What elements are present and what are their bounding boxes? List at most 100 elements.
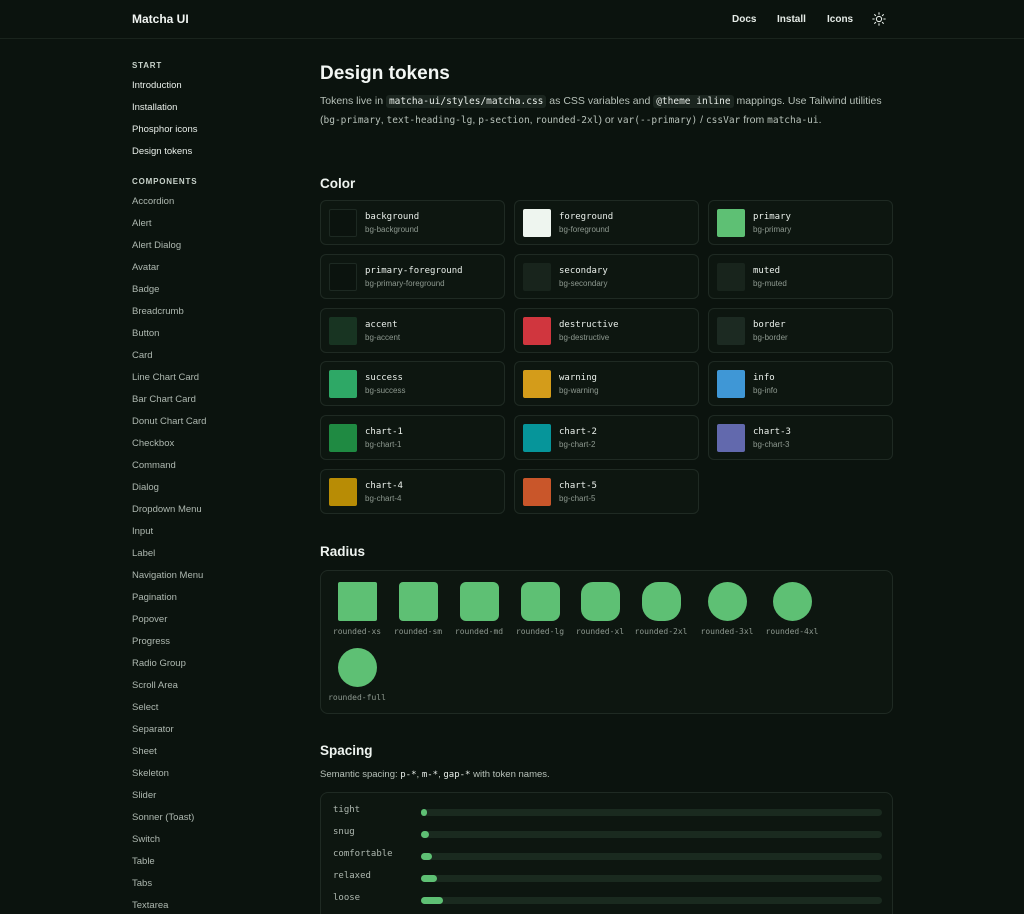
sidebar-item-avatar[interactable]: Avatar [132, 257, 292, 279]
sidebar-item-sheet[interactable]: Sheet [132, 741, 292, 763]
sun-icon[interactable] [872, 12, 886, 26]
sidebar-item-label[interactable]: Label [132, 543, 292, 565]
sidebar-item-progress[interactable]: Progress [132, 631, 292, 653]
sidebar-item-popover[interactable]: Popover [132, 609, 292, 631]
spacing-row-loose: loose [333, 893, 883, 907]
sidebar-item-tabs[interactable]: Tabs [132, 873, 292, 895]
sidebar-item-donut-chart-card[interactable]: Donut Chart Card [132, 411, 292, 433]
color-token-name: destructive [559, 319, 619, 330]
sidebar-item-table[interactable]: Table [132, 851, 292, 873]
sidebar-item-installation[interactable]: Installation [132, 97, 292, 119]
color-token-name: info [753, 373, 775, 384]
sidebar-item-alert[interactable]: Alert [132, 213, 292, 235]
sidebar-item-accordion[interactable]: Accordion [132, 191, 292, 213]
color-token-class: bg-border [753, 332, 788, 342]
nav-install-link[interactable]: Install [777, 14, 806, 25]
lead-code-theme: @theme inline [653, 95, 734, 108]
color-token-class: bg-chart-4 [365, 494, 402, 503]
color-swatch-chart-4[interactable]: chart-4 bg-chart-4 [320, 469, 505, 514]
sidebar-item-dropdown-menu[interactable]: Dropdown Menu [132, 499, 292, 521]
color-swatch-muted[interactable]: muted bg-muted [708, 253, 893, 299]
sidebar-item-scroll-area[interactable]: Scroll Area [132, 675, 292, 697]
sidebar-item-checkbox[interactable]: Checkbox [132, 433, 292, 455]
color-swatch-info[interactable]: info bg-info [708, 361, 893, 407]
radius-sample-rounded-2xl: rounded-2xl [631, 582, 691, 636]
radius-sample-rounded-md: rounded-md [449, 582, 509, 636]
sidebar-item-sonner-toast[interactable]: Sonner (Toast) [132, 807, 292, 829]
nav-docs-link[interactable]: Docs [732, 14, 756, 25]
color-token-class: bg-destructive [559, 332, 610, 342]
color-token-name: primary [753, 212, 791, 222]
color-swatch-warning[interactable]: warning bg-warning [514, 361, 699, 407]
spacing-label: snug [333, 827, 355, 837]
spacing-label: tight [333, 805, 361, 815]
sidebar-item-introduction[interactable]: Introduction [132, 75, 292, 97]
sidebar-item-badge[interactable]: Badge [132, 279, 292, 301]
lead-text: . [818, 114, 822, 126]
sidebar-item-card[interactable]: Card [132, 345, 292, 367]
radius-sample-rounded-4xl: rounded-4xl [762, 582, 822, 636]
color-swatch-accent[interactable]: accent bg-accent [320, 307, 505, 353]
sidebar-item-skeleton[interactable]: Skeleton [132, 763, 292, 785]
intro-paragraph: Tokens live in matcha-ui/styles/matcha.c… [320, 92, 893, 130]
page-title: Design tokens [320, 63, 450, 84]
color-swatch-chart-3[interactable]: chart-3 bg-chart-3 [708, 415, 893, 461]
sidebar-item-phosphor-icons[interactable]: Phosphor icons [132, 119, 292, 141]
lead-code-path: matcha-ui/styles/matcha.css [385, 95, 547, 108]
spacing-track [421, 809, 882, 816]
radius-preview-box [641, 582, 681, 621]
spacing-label: loose [333, 893, 361, 903]
sidebar-item-textarea[interactable]: Textarea [132, 895, 292, 914]
radius-preview-box [772, 582, 812, 621]
spacing-row-tight: tight [333, 805, 883, 819]
radius-preview-box [459, 582, 499, 621]
nav-icons-link[interactable]: Icons [827, 14, 853, 25]
sidebar-item-switch[interactable]: Switch [132, 829, 292, 851]
radius-preview-box [398, 582, 438, 621]
main-content: Design tokens Tokens live in matcha-ui/s… [320, 60, 893, 914]
color-token-class: bg-warning [559, 386, 599, 396]
color-section-title: Color [320, 176, 356, 191]
spacing-section-title: Spacing [320, 743, 373, 758]
sidebar-item-button[interactable]: Button [132, 323, 292, 345]
sidebar-item-command[interactable]: Command [132, 455, 292, 477]
sidebar-item-design-tokens[interactable]: Design tokens [132, 141, 292, 163]
color-swatch-preview [717, 262, 745, 291]
color-swatch-primary-foreground[interactable]: primary-foreground bg-primary-foreground [320, 253, 505, 299]
color-swatch-preview [329, 262, 357, 291]
sidebar-item-input[interactable]: Input [132, 521, 292, 543]
color-swatch-secondary[interactable]: secondary bg-secondary [514, 253, 699, 299]
color-swatch-chart-5[interactable]: chart-5 bg-chart-5 [514, 469, 699, 514]
color-token-name: chart-1 [365, 427, 403, 438]
sidebar-item-separator[interactable]: Separator [132, 719, 292, 741]
color-swatch-background[interactable]: background bg-background [320, 200, 505, 245]
color-swatch-chart-1[interactable]: chart-1 bg-chart-1 [320, 415, 505, 461]
spacing-fill [421, 809, 427, 816]
color-token-name: background [365, 212, 420, 222]
color-swatch-chart-2[interactable]: chart-2 bg-chart-2 [514, 415, 699, 461]
color-swatch-foreground[interactable]: foreground bg-foreground [514, 200, 699, 245]
radius-label: rounded-md [454, 627, 504, 636]
color-swatch-success[interactable]: success bg-success [320, 361, 505, 407]
sidebar-item-pagination[interactable]: Pagination [132, 587, 292, 609]
color-token-class: bg-success [365, 386, 406, 396]
sidebar-item-slider[interactable]: Slider [132, 785, 292, 807]
color-swatch-destructive[interactable]: destructive bg-destructive [514, 307, 699, 353]
sidebar-item-line-chart-card[interactable]: Line Chart Card [132, 367, 292, 389]
color-token-name: chart-5 [559, 481, 597, 491]
color-token-class: bg-secondary [559, 278, 608, 288]
sidebar-item-radio-group[interactable]: Radio Group [132, 653, 292, 675]
brand-logo[interactable]: Matcha UI [132, 12, 189, 26]
sidebar-item-bar-chart-card[interactable]: Bar Chart Card [132, 389, 292, 411]
sidebar-item-navigation-menu[interactable]: Navigation Menu [132, 565, 292, 587]
spacing-label: comfortable [333, 849, 393, 859]
color-swatch-preview [523, 478, 551, 506]
sidebar-item-dialog[interactable]: Dialog [132, 477, 292, 499]
color-swatch-border[interactable]: border bg-border [708, 307, 893, 353]
sidebar-item-alert-dialog[interactable]: Alert Dialog [132, 235, 292, 257]
spacing-code: m-* [421, 770, 439, 780]
sidebar-item-select[interactable]: Select [132, 697, 292, 719]
sidebar-item-breadcrumb[interactable]: Breadcrumb [132, 301, 292, 323]
color-swatch-primary[interactable]: primary bg-primary [708, 200, 893, 245]
spacing-desc-text: Semantic spacing: [320, 769, 401, 780]
